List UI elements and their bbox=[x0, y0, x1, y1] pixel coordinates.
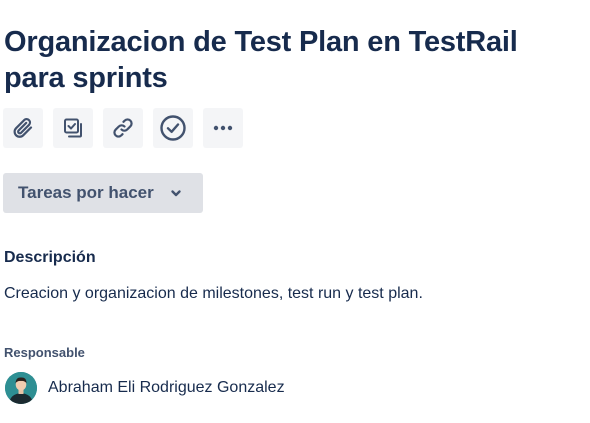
issue-title[interactable]: Organizacion de Test Plan en TestRail pa… bbox=[4, 24, 544, 96]
issue-title-line-2: para sprints bbox=[4, 62, 168, 94]
avatar bbox=[5, 372, 37, 404]
attach-button[interactable] bbox=[3, 108, 43, 148]
more-icon bbox=[211, 116, 235, 140]
attachment-icon bbox=[11, 116, 35, 140]
more-actions-button[interactable] bbox=[203, 108, 243, 148]
issue-title-line-1: Organizacion de Test Plan en TestRail bbox=[4, 26, 518, 58]
assignee-name: Abraham Eli Rodriguez Gonzalez bbox=[48, 379, 285, 396]
assignee-field[interactable]: Abraham Eli Rodriguez Gonzalez bbox=[5, 372, 285, 404]
chevron-down-icon bbox=[169, 186, 183, 200]
link-issue-button[interactable] bbox=[103, 108, 143, 148]
assignee-label: Responsable bbox=[4, 345, 85, 360]
description-text[interactable]: Creacion y organizacion de milestones, t… bbox=[4, 285, 423, 303]
create-subtask-button[interactable] bbox=[53, 108, 93, 148]
status-dropdown[interactable]: Tareas por hacer bbox=[3, 173, 203, 213]
issue-toolbar bbox=[3, 108, 243, 148]
checkmark-circle-icon bbox=[159, 114, 187, 142]
approve-button[interactable] bbox=[153, 108, 193, 148]
description-heading: Descripción bbox=[4, 249, 96, 266]
status-label: Tareas por hacer bbox=[18, 183, 154, 202]
subtask-icon bbox=[61, 116, 85, 140]
link-icon bbox=[111, 116, 135, 140]
